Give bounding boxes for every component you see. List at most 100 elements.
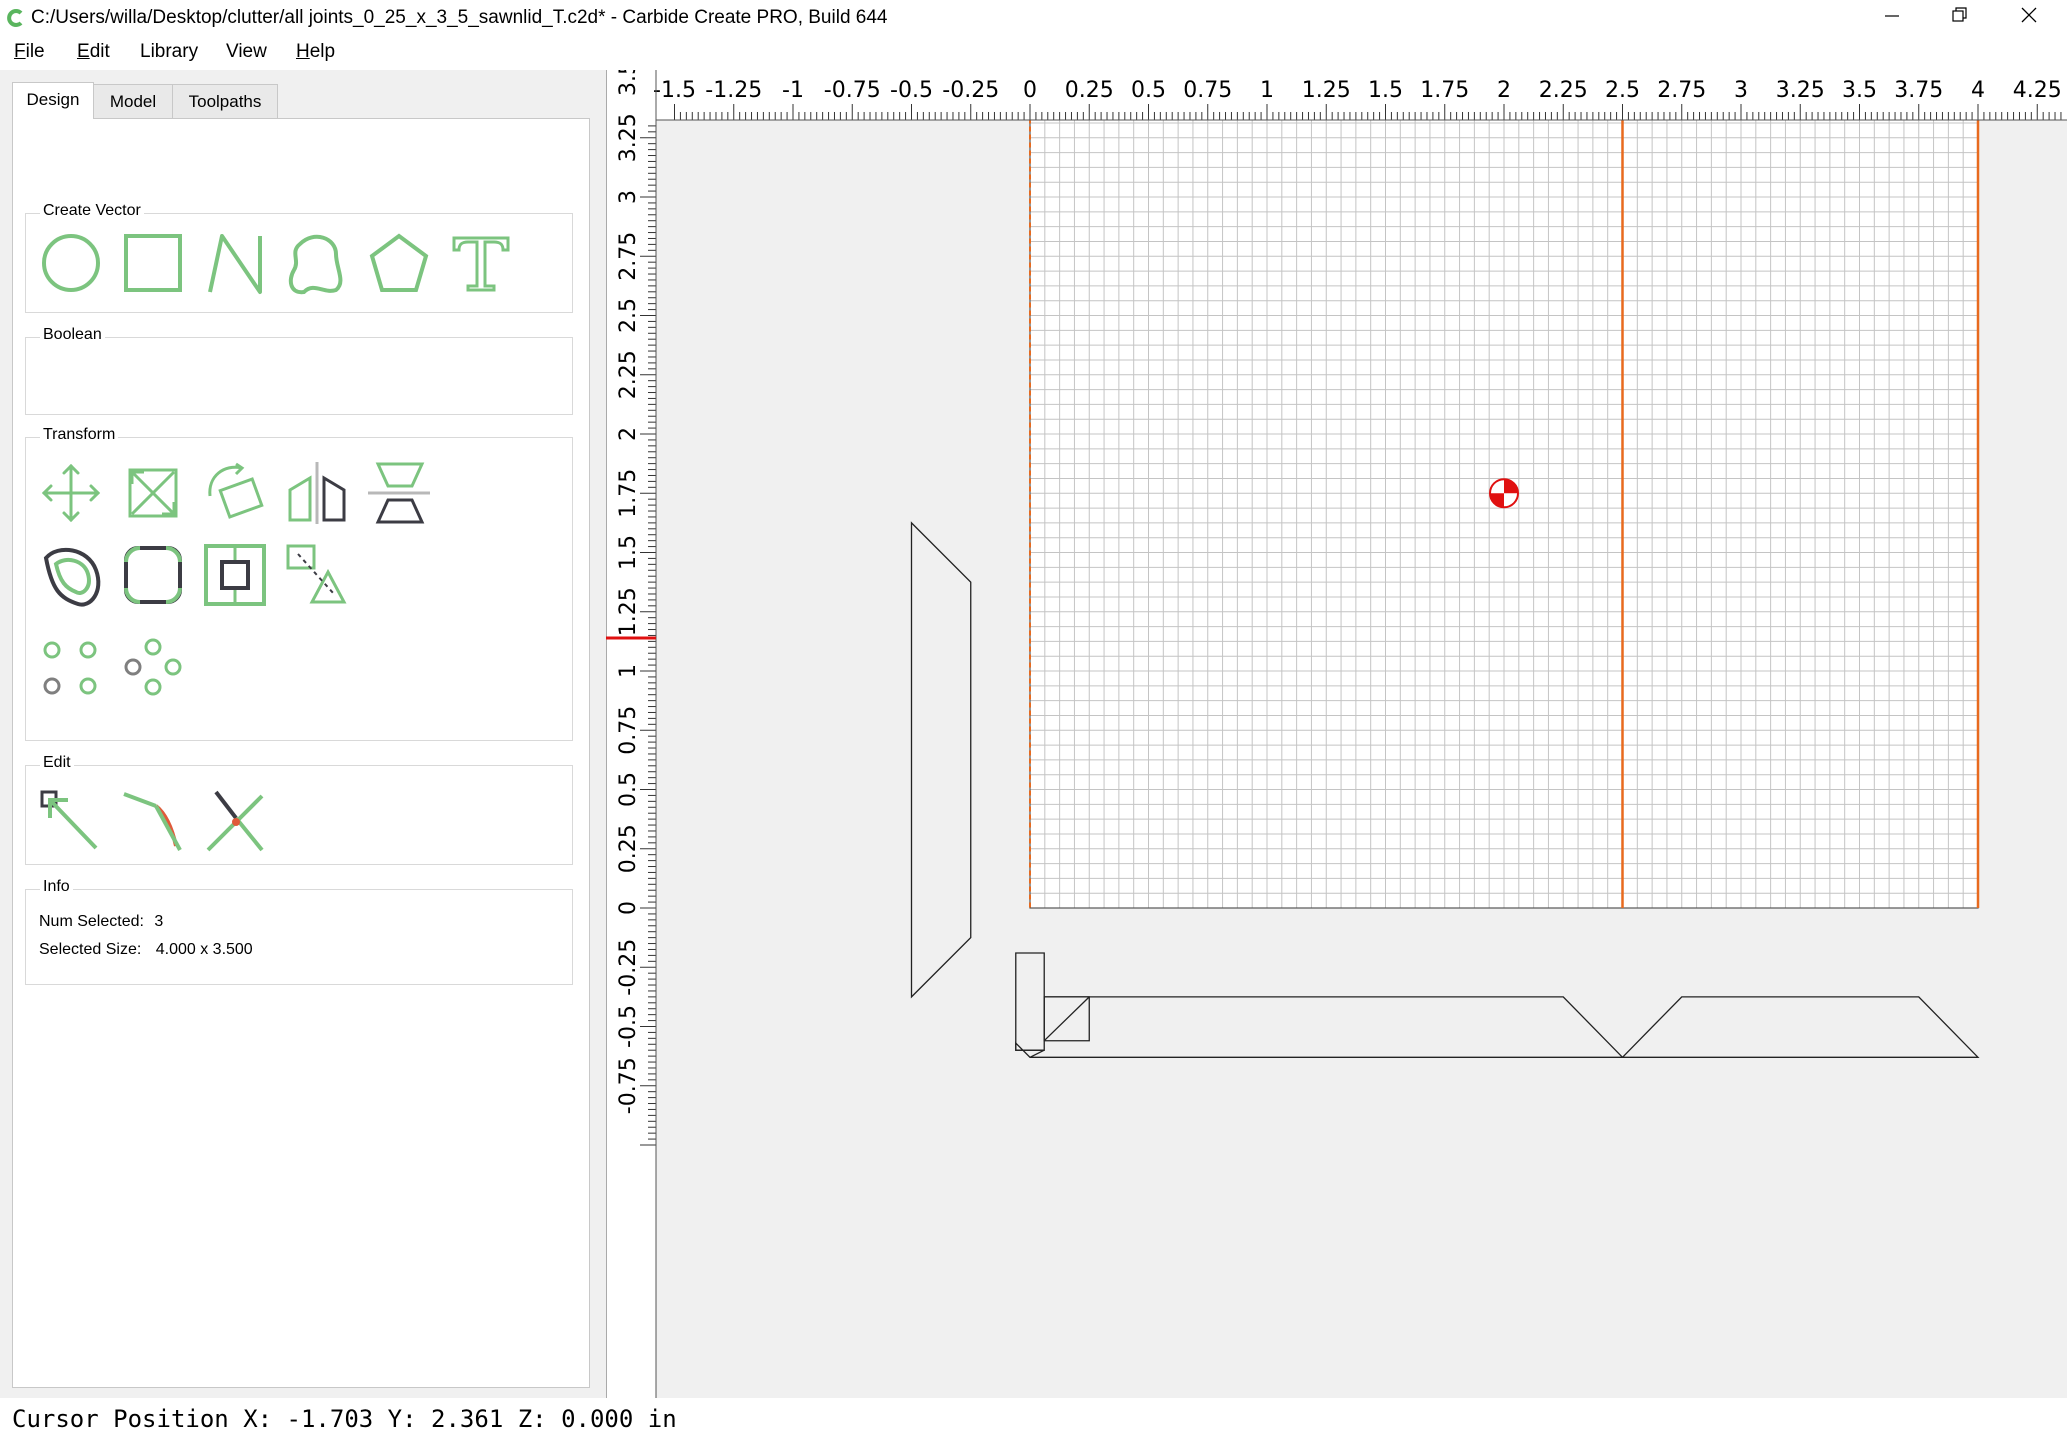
ruler-y-label: 0 xyxy=(616,901,641,915)
node-edit-icon xyxy=(40,790,98,850)
rotate-icon xyxy=(208,462,264,519)
draw-polyline-button[interactable] xyxy=(202,230,268,296)
ruler-y-label: 0.5 xyxy=(616,772,641,807)
ruler-x-label: 2.25 xyxy=(1539,78,1588,103)
flip-icon xyxy=(368,462,430,524)
design-tab-panel: Create Vector Boolean Transform Edit Inf… xyxy=(12,118,590,1388)
menu-help[interactable]: Help xyxy=(296,40,335,64)
edit-title: Edit xyxy=(40,753,74,773)
design-canvas[interactable]: -1.5 -1.25 -1 -0.75 -0.5 -0.25 0 0.25 0.5 0.75 1 1.… xyxy=(605,0,2067,1398)
edit-group: Edit xyxy=(25,753,573,865)
menu-file[interactable]: File xyxy=(14,40,45,64)
polygon-icon xyxy=(369,233,429,292)
ruler-x-label: -0.5 xyxy=(890,78,933,103)
tab-model[interactable]: Model xyxy=(92,84,174,119)
selected-size-value: 4.000 x 3.500 xyxy=(155,941,253,958)
ruler-x-label: 1.25 xyxy=(1302,78,1351,103)
restore-icon xyxy=(1952,7,1967,22)
boolean-title: Boolean xyxy=(40,325,105,345)
create-vector-title: Create Vector xyxy=(40,201,144,221)
ruler-x-label: 3.5 xyxy=(1842,78,1877,103)
ruler-x-label: 1.75 xyxy=(1420,78,1469,103)
selected-size-row: Selected Size: 4.000 x 3.500 xyxy=(39,940,253,960)
offset-button[interactable] xyxy=(38,542,104,608)
menu-edit[interactable]: Edit xyxy=(77,40,110,64)
ruler-x-label: 0 xyxy=(1023,78,1037,103)
draw-curve-button[interactable] xyxy=(284,230,350,296)
ruler-y-label: 2 xyxy=(616,427,641,441)
ruler-x-label: -0.75 xyxy=(824,78,881,103)
menu-view[interactable]: View xyxy=(226,40,267,64)
draw-circle-button[interactable] xyxy=(38,230,104,296)
num-selected-label: Num Selected: xyxy=(39,913,144,930)
left-panel: Design Model Toolpaths Create Vector Boo… xyxy=(0,70,606,1398)
ruler-y-label: 3 xyxy=(616,190,641,204)
transform-group: Transform xyxy=(25,425,573,741)
ruler-x-label: 1 xyxy=(1260,78,1274,103)
design-canvas-area[interactable]: -1.5 -1.25 -1 -0.75 -0.5 -0.25 0 0.25 0.5 0.75 1 1.… xyxy=(605,0,2067,1398)
draw-polygon-button[interactable] xyxy=(366,230,432,296)
ruler-y-label: 2.5 xyxy=(616,298,641,333)
curve-icon xyxy=(288,234,343,295)
transform-title: Transform xyxy=(40,425,119,445)
grid-array-button[interactable] xyxy=(38,636,104,702)
fillet-icon xyxy=(124,546,182,604)
mirror-icon xyxy=(288,462,346,524)
ruler-x-label: 4 xyxy=(1971,78,1985,103)
ruler-y-label: 1.75 xyxy=(616,469,641,518)
ruler-y-label: 1.5 xyxy=(616,535,641,570)
trim-vectors-button[interactable] xyxy=(202,788,268,854)
close-button[interactable] xyxy=(1994,0,2062,36)
info-title: Info xyxy=(40,877,73,897)
join-curves-button[interactable] xyxy=(120,788,186,854)
ruler-x-label: 3.25 xyxy=(1776,78,1825,103)
ruler-y-label: -0.5 xyxy=(616,1005,641,1048)
rotate-button[interactable] xyxy=(202,460,268,526)
ruler-x-label: 2.75 xyxy=(1657,78,1706,103)
num-selected-row: Num Selected: 3 xyxy=(39,912,163,932)
minimize-button[interactable] xyxy=(1858,0,1926,36)
restore-button[interactable] xyxy=(1926,0,1994,36)
menu-bar: File Edit Library View Help xyxy=(0,36,2067,70)
ruler-y-label: -0.25 xyxy=(616,939,641,996)
ruler-x-label: -1.5 xyxy=(653,78,696,103)
circular-array-button[interactable] xyxy=(120,636,186,702)
fillet-button[interactable] xyxy=(120,542,186,608)
app-icon xyxy=(7,9,23,27)
ruler-x-label: 2.5 xyxy=(1605,78,1640,103)
circle-icon xyxy=(42,234,100,292)
create-vector-group: Create Vector xyxy=(25,201,573,313)
ruler-y-label: 0.75 xyxy=(616,706,641,755)
grid-array-icon xyxy=(43,641,97,695)
draw-rectangle-button[interactable] xyxy=(120,230,186,296)
join-curves-icon xyxy=(123,792,182,851)
close-icon xyxy=(2021,7,2037,23)
move-button[interactable] xyxy=(38,460,104,526)
selection-center-marker xyxy=(1489,478,1519,509)
tab-toolpaths[interactable]: Toolpaths xyxy=(172,84,278,119)
node-edit-button[interactable] xyxy=(38,788,104,854)
ruler-x-label: 2 xyxy=(1497,78,1511,103)
menu-library[interactable]: Library xyxy=(140,40,198,64)
trim-icon xyxy=(206,790,264,852)
ruler-x-label: 3.75 xyxy=(1894,78,1943,103)
title-bar: C:/Users/willa/Desktop/clutter/all joint… xyxy=(0,0,2067,36)
ruler-x-label: 1.5 xyxy=(1368,78,1403,103)
scale-button[interactable] xyxy=(120,460,186,526)
array-transform-button[interactable] xyxy=(284,542,350,608)
ruler-x-label: -1.25 xyxy=(705,78,762,103)
tab-design[interactable]: Design xyxy=(12,82,94,119)
mirror-button[interactable] xyxy=(284,460,350,526)
ruler-x-label: 3 xyxy=(1734,78,1748,103)
ruler-x-label: 0.5 xyxy=(1131,78,1166,103)
ruler-y-label: 3.25 xyxy=(616,113,641,162)
flip-button[interactable] xyxy=(366,460,432,526)
offset-icon xyxy=(43,548,101,607)
draw-text-button[interactable] xyxy=(448,230,514,296)
scale-icon xyxy=(128,468,178,518)
ruler-x-label: 0.25 xyxy=(1065,78,1114,103)
align-button[interactable] xyxy=(202,542,268,608)
move-arrows-icon xyxy=(41,463,101,523)
text-icon xyxy=(452,236,510,292)
boolean-group: Boolean xyxy=(25,325,573,415)
